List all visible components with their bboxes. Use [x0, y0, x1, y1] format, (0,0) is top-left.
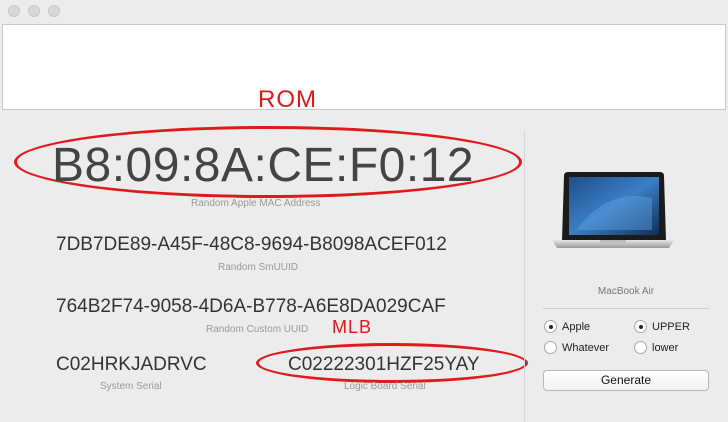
- macbook-air-icon: [552, 172, 674, 248]
- radio-lower-label: lower: [652, 341, 679, 354]
- custom-uuid-value: 764B2F74-9058-4D6A-B778-A6E8DA029CAF: [56, 296, 446, 317]
- radio-apple-label: Apple: [562, 320, 591, 333]
- smuuid-value: 7DB7DE89-A45F-48C8-9694-B8098ACEF012: [56, 234, 447, 255]
- radio-upper-label: UPPER: [652, 320, 690, 333]
- mac-address-caption: Random Apple MAC Address: [191, 198, 321, 209]
- radio-apple[interactable]: Apple: [544, 320, 590, 333]
- mlb-annotation-label: MLB: [332, 317, 373, 337]
- custom-uuid-caption: Random Custom UUID: [206, 324, 309, 335]
- radio-upper-indicator: [634, 320, 647, 333]
- app-window: ROM B8:09:8A:CE:F0:12 Random Apple MAC A…: [0, 0, 728, 422]
- generate-button[interactable]: Generate: [543, 370, 709, 391]
- sidebar-separator: [543, 308, 709, 309]
- output-text-area[interactable]: [2, 24, 726, 110]
- radio-whatever-indicator: [544, 341, 557, 354]
- system-serial-value: C02HRKJADRVC: [56, 354, 207, 375]
- logic-board-serial-value: C02222301HZF25YAY: [288, 354, 480, 375]
- logic-board-serial-caption: Logic Board Serial: [344, 381, 426, 392]
- radio-apple-indicator: [544, 320, 557, 333]
- radio-lower-indicator: [634, 341, 647, 354]
- mac-address-value: B8:09:8A:CE:F0:12: [52, 139, 475, 192]
- vertical-divider: [524, 130, 525, 422]
- radio-lower[interactable]: lower: [634, 341, 678, 354]
- close-window-button[interactable]: [8, 5, 20, 17]
- model-name-label: MacBook Air: [597, 286, 655, 297]
- radio-whatever-label: Whatever: [562, 341, 610, 354]
- minimize-window-button[interactable]: [28, 5, 40, 17]
- zoom-window-button[interactable]: [48, 5, 60, 17]
- radio-whatever[interactable]: Whatever: [544, 341, 609, 354]
- system-serial-caption: System Serial: [100, 381, 162, 392]
- title-bar: [0, 0, 728, 22]
- radio-upper[interactable]: UPPER: [634, 320, 690, 333]
- rom-annotation-label: ROM: [258, 86, 317, 113]
- smuuid-caption: Random SmUUID: [218, 262, 299, 273]
